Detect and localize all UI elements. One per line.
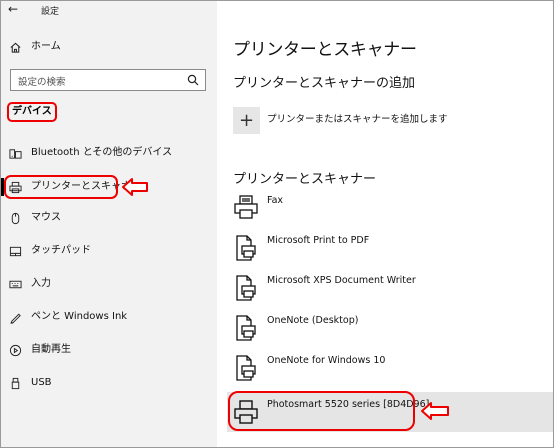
add-section-title: プリンターとスキャナーの追加: [233, 76, 416, 91]
keyboard-devices-icon: [8, 145, 22, 161]
printer-item-onenote-win10[interactable]: OneNote for Windows 10: [227, 348, 553, 388]
printer-item-onenote-desktop[interactable]: OneNote (Desktop): [227, 308, 553, 348]
printer-list-title: プリンターとスキャナー: [233, 172, 377, 187]
category-heading: デバイス: [7, 102, 57, 122]
sidebar-item-pen[interactable]: ペンと Windows Ink: [1, 306, 217, 328]
usb-icon: [8, 375, 22, 391]
annotation-arrow-icon: [122, 178, 148, 196]
sidebar-item-mouse[interactable]: マウス: [1, 207, 217, 229]
printer-name: Fax: [267, 195, 284, 206]
search-input[interactable]: [11, 72, 179, 93]
sidebar-item-usb[interactable]: USB: [1, 372, 217, 394]
fax-printer-icon: [234, 195, 258, 219]
sidebar-item-bluetooth[interactable]: Bluetooth とその他のデバイス: [1, 142, 217, 164]
sidebar-item-typing[interactable]: 入力: [1, 273, 217, 295]
mouse-icon: [8, 210, 22, 226]
printer-item-print-to-pdf[interactable]: Microsoft Print to PDF: [227, 228, 553, 268]
sidebar-item-label: タッチパッド: [31, 245, 91, 256]
sidebar-item-label: ペンと Windows Ink: [31, 311, 128, 322]
main-panel: プリンターとスキャナー プリンターとスキャナーの追加 + プリンターまたはスキャ…: [217, 1, 553, 447]
nav-home[interactable]: ホーム: [1, 36, 217, 58]
document-printer-icon: [236, 315, 256, 341]
sidebar-item-label: マウス: [31, 212, 61, 223]
document-printer-icon: [236, 355, 256, 381]
search-box[interactable]: [10, 69, 206, 93]
page-title: プリンターとスキャナー: [233, 40, 417, 60]
printer-name: OneNote for Windows 10: [267, 355, 386, 366]
add-printer-label[interactable]: プリンターまたはスキャナーを追加します: [267, 111, 448, 125]
printer-name: Microsoft XPS Document Writer: [267, 275, 416, 286]
printer-name: Microsoft Print to PDF: [267, 235, 370, 246]
pen-icon: [8, 309, 22, 325]
document-printer-icon: [236, 235, 256, 261]
sidebar-item-label: USB: [31, 377, 52, 388]
sidebar-item-label: Bluetooth とその他のデバイス: [31, 147, 173, 158]
plus-icon: +: [238, 109, 255, 131]
sidebar-item-autoplay[interactable]: 自動再生: [1, 339, 217, 361]
keyboard-icon: [8, 276, 22, 292]
touchpad-icon: [8, 243, 22, 259]
annotation-highlight-sidebar: [4, 175, 118, 199]
window-title: 設定: [41, 7, 60, 17]
printer-name: OneNote (Desktop): [267, 315, 359, 326]
printer-item-xps-writer[interactable]: Microsoft XPS Document Writer: [227, 268, 553, 308]
printer-item-fax[interactable]: Fax: [227, 188, 553, 228]
home-icon: [8, 39, 22, 55]
document-printer-icon: [236, 275, 256, 301]
sidebar-item-label: 入力: [31, 278, 51, 289]
title-bar: ← 設定: [1, 1, 217, 19]
add-printer-button[interactable]: +: [233, 107, 260, 134]
sidebar: ← 設定 ホーム デバイス Bluetooth とその他のデバイス プリンターと…: [1, 1, 217, 447]
annotation-highlight-printer: [228, 391, 415, 431]
annotation-arrow-icon: [421, 402, 449, 420]
autoplay-icon: [8, 342, 22, 358]
search-icon[interactable]: [187, 74, 199, 86]
back-arrow-icon[interactable]: ←: [8, 2, 18, 16]
sidebar-item-label: 自動再生: [31, 344, 71, 355]
nav-home-label: ホーム: [31, 41, 61, 52]
sidebar-item-touchpad[interactable]: タッチパッド: [1, 240, 217, 262]
